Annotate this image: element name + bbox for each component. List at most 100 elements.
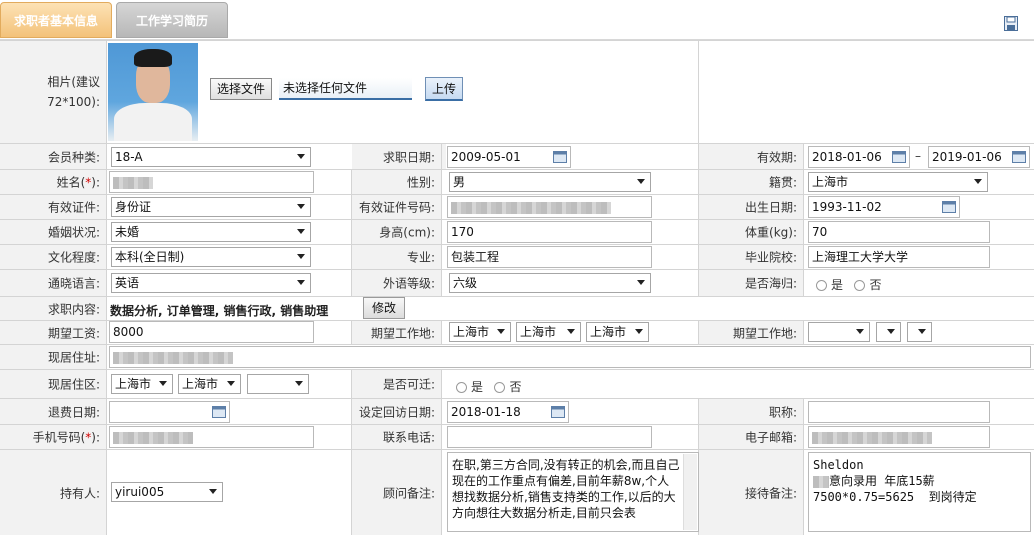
job-date-input[interactable]: 2009-05-01 [447, 146, 571, 168]
lang-level-label-cell: 外语等级: [352, 270, 442, 296]
major-label-cell: 专业: [352, 245, 442, 269]
valid-to-input[interactable]: 2019-01-06 [928, 146, 1030, 168]
major-input[interactable]: 包装工程 [447, 246, 652, 268]
photo-row: 相片(建议 72*100): 选择文件 未选择任何文件 上传 [0, 41, 1034, 144]
job-content-label-cell: 求职内容: [0, 297, 107, 320]
address-label: 现居住址: [47, 350, 100, 365]
lang-level-select[interactable]: 六级 [449, 273, 651, 293]
relocate-yes-label: 是 [471, 380, 484, 394]
calendar-icon[interactable] [892, 151, 906, 163]
work-place2-select2[interactable] [876, 322, 901, 342]
district-city1-select[interactable]: 上海市 [111, 374, 173, 394]
job-content-value: 数据分析, 订单管理, 销售行政, 销售助理 [110, 304, 329, 318]
photo-label: 相片(建议 [47, 75, 100, 89]
returnee-yes-radio[interactable] [816, 280, 827, 291]
chevron-down-icon [159, 381, 167, 386]
chevron-down-icon [637, 280, 645, 285]
work-city1-select[interactable]: 上海市 [449, 322, 511, 342]
modify-button[interactable]: 修改 [363, 297, 406, 319]
visit-date-value: 2018-01-18 [451, 405, 521, 419]
language-select[interactable]: 英语 [111, 273, 311, 293]
holder-select[interactable]: yirui005 [111, 482, 223, 502]
language-label-cell: 通晓语言: [0, 270, 107, 296]
consultant-note-textarea[interactable]: 在职,第三方合同,没有转正的机会,而且自己现在的工作重点有偏差,目前年薪8w,个… [447, 452, 699, 532]
height-label-cell: 身高(cm): [352, 220, 442, 244]
relocate-no-radio[interactable] [494, 382, 506, 393]
member-type-label-cell: 会员种类: [0, 144, 107, 169]
work-place2-select3[interactable] [907, 322, 932, 342]
job-date-label-cell: 求职日期: [352, 144, 442, 169]
valid-from-input[interactable]: 2018-01-06 [808, 146, 910, 168]
calendar-icon[interactable] [942, 201, 956, 213]
calendar-icon[interactable] [212, 406, 226, 418]
tab-resume[interactable]: 工作学习简历 [116, 2, 228, 38]
row-education: 文化程度: 专业: 毕业院校: 本科(全日制) 包装工程 上海理工大学大学 [0, 245, 1034, 270]
id-number-label-cell: 有效证件号码: [352, 195, 442, 219]
visit-date-input[interactable]: 2018-01-18 [447, 401, 569, 423]
gender-select[interactable]: 男 [449, 172, 651, 192]
returnee-label-cell: 是否海归: [699, 270, 804, 296]
relocate-yes-radio[interactable] [456, 382, 467, 393]
choose-file-button[interactable]: 选择文件 [210, 78, 273, 100]
row-marital: 婚姻状况: 身高(cm): 体重(kg): 未婚 170 70 [0, 220, 1034, 245]
job-content-label: 求职内容: [47, 302, 100, 316]
id-type-select[interactable]: 身份证 [111, 197, 311, 217]
row-id: 有效证件: 有效证件号码: 出生日期: 身份证 1993-11-02 [0, 195, 1034, 220]
row-member-type: 会员种类: 求职日期: 有效期: 18-A 2009-05-01 2018-01… [0, 144, 1034, 170]
row-refund: 退费日期: 设定回访日期: 职称: 2018-01-18 [0, 399, 1034, 425]
member-type-select[interactable]: 18-A [111, 147, 311, 167]
save-disk-icon[interactable] [1004, 16, 1018, 31]
phone-input[interactable] [447, 426, 652, 448]
calendar-icon[interactable] [553, 151, 567, 163]
id-number-input[interactable] [447, 196, 652, 218]
relocate-label: 是否可迁: [382, 377, 435, 392]
birth-date-input[interactable]: 1993-11-02 [808, 196, 960, 218]
education-label-cell: 文化程度: [0, 245, 107, 269]
address-input[interactable] [109, 346, 1031, 368]
salary-input[interactable]: 8000 [109, 321, 314, 343]
work-city3-select[interactable]: 上海市 [586, 322, 649, 342]
name-label-end: ): [91, 175, 100, 190]
row-notes: 持有人: 顾问备注: 接待备注: yirui005 在职,第三方合同,没有转正的… [0, 450, 1034, 535]
chevron-down-icon [637, 179, 645, 184]
reception-note-label-cell: 接待备注: [699, 450, 804, 535]
marital-value: 未婚 [115, 225, 140, 239]
id-number-label: 有效证件号码: [358, 200, 435, 215]
district-label: 现居住区: [47, 377, 100, 392]
district-label-cell: 现居住区: [0, 370, 107, 398]
work-place2-select1[interactable] [808, 322, 870, 342]
calendar-icon[interactable] [551, 406, 565, 418]
marital-select[interactable]: 未婚 [111, 222, 311, 242]
chevron-down-icon [297, 254, 305, 259]
visit-label-cell: 设定回访日期: [352, 399, 442, 424]
phone-label: 联系电话: [382, 430, 435, 445]
district-city2-select[interactable]: 上海市 [178, 374, 241, 394]
salary-label-cell: 期望工资: [0, 321, 107, 344]
title-input[interactable] [808, 401, 990, 423]
consultant-note-value: 在职,第三方合同,没有转正的机会,而且自己现在的工作重点有偏差,目前年薪8w,个… [452, 458, 680, 520]
birth-date-label: 出生日期: [744, 200, 797, 215]
education-label: 文化程度: [47, 250, 100, 265]
reception-note-textarea[interactable]: Sheldon 意向录用 年底15薪 7500*0.75=5625 到岗待定 [808, 452, 1031, 532]
school-input[interactable]: 上海理工大学大学 [808, 246, 990, 268]
education-select[interactable]: 本科(全日制) [111, 247, 311, 267]
weight-input[interactable]: 70 [808, 221, 990, 243]
reception-note-label: 接待备注: [744, 486, 797, 500]
returnee-no-radio[interactable] [854, 280, 866, 291]
mobile-input[interactable] [109, 426, 314, 448]
photo-label-cell: 相片(建议 72*100): [0, 41, 107, 143]
language-value: 英语 [115, 276, 140, 290]
mobile-label-end: ): [91, 430, 100, 445]
gender-label: 性别: [406, 175, 435, 190]
native-place-select[interactable]: 上海市 [808, 172, 988, 192]
district-select3[interactable] [247, 374, 309, 394]
upload-button[interactable]: 上传 [425, 77, 464, 101]
calendar-icon[interactable] [1012, 151, 1026, 163]
name-input[interactable] [109, 171, 314, 193]
refund-date-input[interactable] [109, 401, 230, 423]
height-input[interactable]: 170 [447, 221, 652, 243]
email-input[interactable] [808, 426, 990, 448]
work-city2-select[interactable]: 上海市 [516, 322, 581, 342]
tab-basic-info[interactable]: 求职者基本信息 [0, 2, 112, 38]
textarea-scrollbar[interactable] [683, 454, 697, 530]
